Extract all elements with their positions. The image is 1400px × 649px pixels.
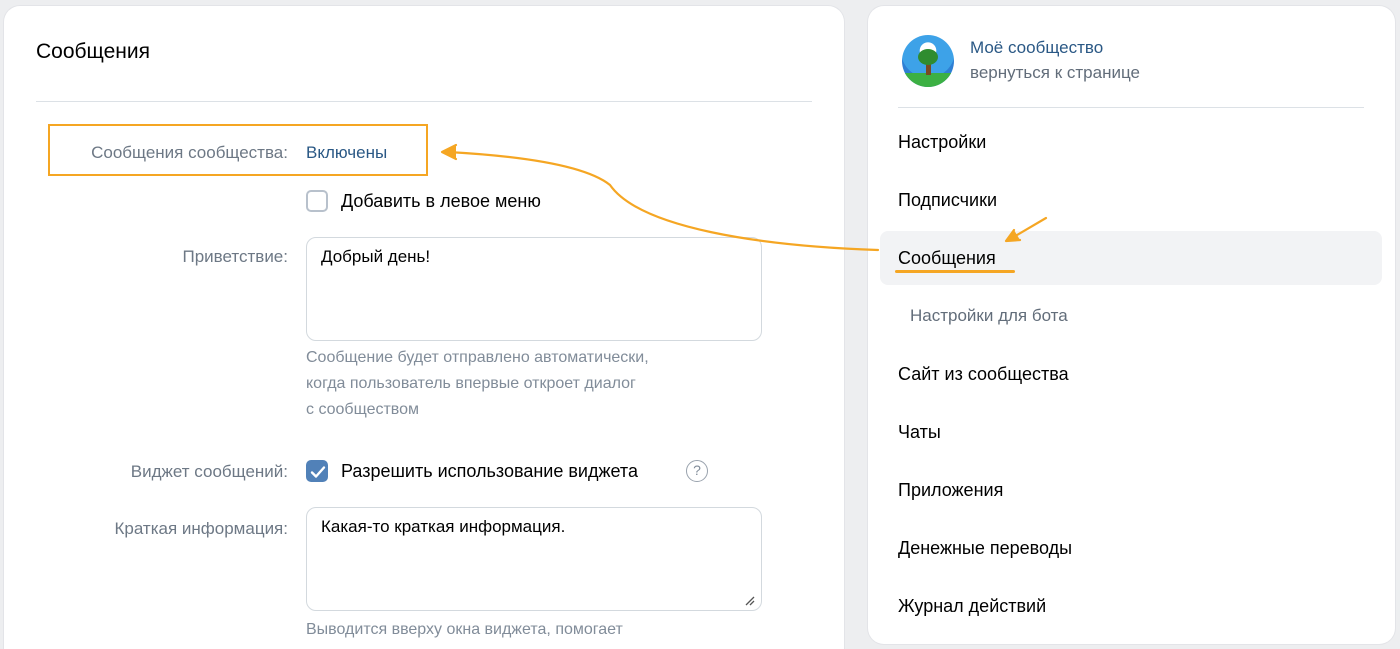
short-info-textarea[interactable]: Какая-то краткая информация. (306, 507, 762, 611)
allow-widget-label[interactable]: Разрешить использование виджета (341, 461, 638, 482)
greeting-textarea[interactable]: Добрый день! (306, 237, 762, 341)
sidebar-item-action-log[interactable]: Журнал действий (898, 596, 1046, 617)
help-icon[interactable]: ? (686, 460, 708, 482)
short-info-label: Краткая информация: (114, 519, 288, 538)
short-info-text: Какая-то краткая информация. (321, 517, 566, 536)
annotation-underline (895, 270, 1015, 273)
sidebar-item-site[interactable]: Сайт из сообщества (898, 364, 1069, 385)
greeting-hint: Сообщение будет отправлено автоматически… (306, 345, 746, 423)
add-to-left-menu-label[interactable]: Добавить в левое меню (341, 191, 541, 212)
sidebar-divider (898, 107, 1364, 108)
greeting-hint-line: когда пользователь впервые откроет диало… (306, 375, 636, 392)
sidebar-item-chats[interactable]: Чаты (898, 422, 941, 443)
greeting-hint-line: с сообществом (306, 401, 420, 418)
allow-widget-checkbox[interactable] (306, 460, 328, 482)
community-avatar[interactable] (902, 35, 954, 87)
sidebar-item-subscribers[interactable]: Подписчики (898, 190, 997, 211)
checkmark-icon (310, 466, 326, 478)
messages-status-value[interactable]: Включены (306, 143, 387, 163)
sidebar-item-bot-settings[interactable]: Настройки для бота (910, 306, 1068, 326)
greeting-hint-line: Сообщение будет отправлено автоматически… (306, 349, 649, 366)
community-name-link[interactable]: Моё сообщество (970, 38, 1103, 58)
title-divider (36, 101, 812, 102)
sidebar-item-apps[interactable]: Приложения (898, 480, 1003, 501)
resize-handle-icon[interactable] (743, 594, 755, 606)
greeting-label: Приветствие: (182, 247, 289, 266)
add-to-left-menu-checkbox[interactable] (306, 190, 328, 212)
messages-status-label: Сообщения сообщества: (91, 143, 288, 162)
messages-settings-panel: Сообщения Сообщения сообщества: Включены… (4, 6, 844, 649)
widget-label: Виджет сообщений: (130, 462, 288, 481)
back-to-page-link[interactable]: вернуться к странице (970, 63, 1140, 83)
greeting-text: Добрый день! (321, 247, 431, 266)
page-title: Сообщения (36, 40, 150, 63)
community-sidebar: Моё сообщество вернуться к странице Наст… (868, 6, 1395, 644)
sidebar-item-settings[interactable]: Настройки (898, 132, 986, 153)
sidebar-item-messages[interactable]: Сообщения (898, 248, 996, 269)
sidebar-item-money-transfers[interactable]: Денежные переводы (898, 538, 1072, 559)
short-info-hint: Выводится вверху окна виджета, помогает (306, 621, 623, 638)
